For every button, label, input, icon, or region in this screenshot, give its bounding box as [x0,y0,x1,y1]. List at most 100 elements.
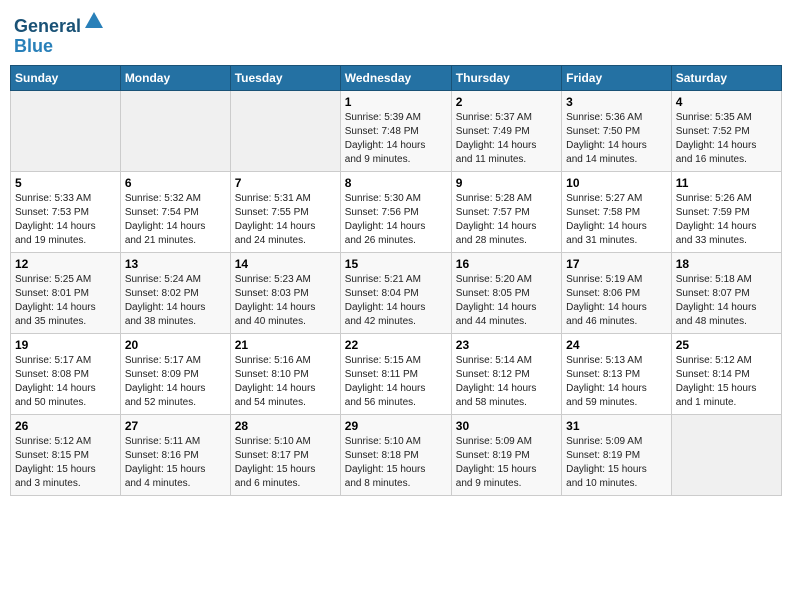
day-info: Sunrise: 5:09 AM Sunset: 8:19 PM Dayligh… [566,435,667,491]
calendar-cell: 22 Sunrise: 5:15 AM Sunset: 8:11 PM Dayli… [340,333,451,414]
calendar-cell: 11 Sunrise: 5:26 AM Sunset: 7:59 PM Dayli… [671,171,781,252]
calendar-cell [671,414,781,495]
calendar-cell: 7Sunrise: 5:31 AM Sunset: 7:55 PM Daylig… [230,171,340,252]
day-number: 30 [456,419,557,433]
day-number: 14 [235,257,336,271]
calendar-cell: 10 Sunrise: 5:27 AM Sunset: 7:58 PM Dayli… [562,171,672,252]
calendar-cell: 24 Sunrise: 5:13 AM Sunset: 8:13 PM Dayli… [562,333,672,414]
day-number: 26 [15,419,116,433]
day-info: Sunrise: 5:37 AM Sunset: 7:49 PM Dayligh… [456,111,557,167]
weekday-header-wednesday: Wednesday [340,65,451,90]
logo-text: General Blue [14,10,105,57]
day-number: 20 [125,338,226,352]
calendar-cell: 31 Sunrise: 5:09 AM Sunset: 8:19 PM Dayli… [562,414,672,495]
day-number: 16 [456,257,557,271]
calendar-cell: 23Sunrise: 5:14 AM Sunset: 8:12 PM Dayli… [451,333,561,414]
day-number: 5 [15,176,116,190]
day-info: Sunrise: 5:18 AM Sunset: 8:07 PM Dayligh… [676,273,777,329]
day-info: Sunrise: 5:17 AM Sunset: 8:08 PM Dayligh… [15,354,116,410]
day-info: Sunrise: 5:24 AM Sunset: 8:02 PM Dayligh… [125,273,226,329]
calendar-cell: 14 Sunrise: 5:23 AM Sunset: 8:03 PM Dayli… [230,252,340,333]
day-number: 19 [15,338,116,352]
week-row-3: 12Sunrise: 5:25 AM Sunset: 8:01 PM Dayli… [11,252,782,333]
weekday-header-friday: Friday [562,65,672,90]
calendar-cell: 5 Sunrise: 5:33 AM Sunset: 7:53 PM Daylig… [11,171,121,252]
day-number: 24 [566,338,667,352]
calendar-cell: 28 Sunrise: 5:10 AM Sunset: 8:17 PM Dayli… [230,414,340,495]
day-number: 23 [456,338,557,352]
day-number: 31 [566,419,667,433]
day-number: 18 [676,257,777,271]
day-info: Sunrise: 5:36 AM Sunset: 7:50 PM Dayligh… [566,111,667,167]
calendar-cell: 2 Sunrise: 5:37 AM Sunset: 7:49 PM Daylig… [451,90,561,171]
calendar-cell: 25 Sunrise: 5:12 AM Sunset: 8:14 PM Dayli… [671,333,781,414]
day-number: 25 [676,338,777,352]
day-info: Sunrise: 5:33 AM Sunset: 7:53 PM Dayligh… [15,192,116,248]
calendar-cell: 17Sunrise: 5:19 AM Sunset: 8:06 PM Dayli… [562,252,672,333]
day-info: Sunrise: 5:27 AM Sunset: 7:58 PM Dayligh… [566,192,667,248]
calendar-cell: 19 Sunrise: 5:17 AM Sunset: 8:08 PM Dayli… [11,333,121,414]
calendar-cell: 20 Sunrise: 5:17 AM Sunset: 8:09 PM Dayli… [120,333,230,414]
day-number: 21 [235,338,336,352]
day-info: Sunrise: 5:30 AM Sunset: 7:56 PM Dayligh… [345,192,447,248]
calendar-cell: 30 Sunrise: 5:09 AM Sunset: 8:19 PM Dayli… [451,414,561,495]
weekday-header-row: SundayMondayTuesdayWednesdayThursdayFrid… [11,65,782,90]
weekday-header-sunday: Sunday [11,65,121,90]
day-number: 13 [125,257,226,271]
day-info: Sunrise: 5:25 AM Sunset: 8:01 PM Dayligh… [15,273,116,329]
calendar-cell: 6 Sunrise: 5:32 AM Sunset: 7:54 PM Daylig… [120,171,230,252]
day-info: Sunrise: 5:13 AM Sunset: 8:13 PM Dayligh… [566,354,667,410]
day-number: 28 [235,419,336,433]
calendar-cell: 1Sunrise: 5:39 AM Sunset: 7:48 PM Daylig… [340,90,451,171]
day-number: 6 [125,176,226,190]
calendar-table: SundayMondayTuesdayWednesdayThursdayFrid… [10,65,782,496]
day-info: Sunrise: 5:10 AM Sunset: 8:18 PM Dayligh… [345,435,447,491]
calendar-cell: 16Sunrise: 5:20 AM Sunset: 8:05 PM Dayli… [451,252,561,333]
calendar-cell: 21 Sunrise: 5:16 AM Sunset: 8:10 PM Dayli… [230,333,340,414]
day-info: Sunrise: 5:15 AM Sunset: 8:11 PM Dayligh… [345,354,447,410]
day-info: Sunrise: 5:26 AM Sunset: 7:59 PM Dayligh… [676,192,777,248]
calendar-cell: 26Sunrise: 5:12 AM Sunset: 8:15 PM Dayli… [11,414,121,495]
calendar-cell: 12Sunrise: 5:25 AM Sunset: 8:01 PM Dayli… [11,252,121,333]
day-info: Sunrise: 5:21 AM Sunset: 8:04 PM Dayligh… [345,273,447,329]
day-info: Sunrise: 5:09 AM Sunset: 8:19 PM Dayligh… [456,435,557,491]
calendar-cell: 4Sunrise: 5:35 AM Sunset: 7:52 PM Daylig… [671,90,781,171]
logo: General Blue [14,10,105,57]
day-info: Sunrise: 5:39 AM Sunset: 7:48 PM Dayligh… [345,111,447,167]
day-number: 29 [345,419,447,433]
weekday-header-saturday: Saturday [671,65,781,90]
day-info: Sunrise: 5:12 AM Sunset: 8:14 PM Dayligh… [676,354,777,410]
calendar-cell: 15Sunrise: 5:21 AM Sunset: 8:04 PM Dayli… [340,252,451,333]
day-number: 11 [676,176,777,190]
calendar-cell [120,90,230,171]
day-number: 27 [125,419,226,433]
weekday-header-tuesday: Tuesday [230,65,340,90]
day-info: Sunrise: 5:16 AM Sunset: 8:10 PM Dayligh… [235,354,336,410]
day-number: 9 [456,176,557,190]
calendar-cell: 8 Sunrise: 5:30 AM Sunset: 7:56 PM Daylig… [340,171,451,252]
calendar-cell [230,90,340,171]
calendar-cell: 27 Sunrise: 5:11 AM Sunset: 8:16 PM Dayli… [120,414,230,495]
day-info: Sunrise: 5:17 AM Sunset: 8:09 PM Dayligh… [125,354,226,410]
day-number: 2 [456,95,557,109]
day-info: Sunrise: 5:10 AM Sunset: 8:17 PM Dayligh… [235,435,336,491]
calendar-cell: 29 Sunrise: 5:10 AM Sunset: 8:18 PM Dayli… [340,414,451,495]
day-info: Sunrise: 5:28 AM Sunset: 7:57 PM Dayligh… [456,192,557,248]
week-row-5: 26Sunrise: 5:12 AM Sunset: 8:15 PM Dayli… [11,414,782,495]
day-number: 8 [345,176,447,190]
day-number: 22 [345,338,447,352]
day-number: 10 [566,176,667,190]
week-row-2: 5 Sunrise: 5:33 AM Sunset: 7:53 PM Daylig… [11,171,782,252]
day-number: 3 [566,95,667,109]
weekday-header-thursday: Thursday [451,65,561,90]
day-info: Sunrise: 5:23 AM Sunset: 8:03 PM Dayligh… [235,273,336,329]
day-info: Sunrise: 5:19 AM Sunset: 8:06 PM Dayligh… [566,273,667,329]
day-info: Sunrise: 5:11 AM Sunset: 8:16 PM Dayligh… [125,435,226,491]
week-row-1: 1Sunrise: 5:39 AM Sunset: 7:48 PM Daylig… [11,90,782,171]
calendar-cell: 9 Sunrise: 5:28 AM Sunset: 7:57 PM Daylig… [451,171,561,252]
calendar-cell: 3 Sunrise: 5:36 AM Sunset: 7:50 PM Daylig… [562,90,672,171]
calendar-cell: 13 Sunrise: 5:24 AM Sunset: 8:02 PM Dayli… [120,252,230,333]
day-number: 4 [676,95,777,109]
weekday-header-monday: Monday [120,65,230,90]
day-info: Sunrise: 5:32 AM Sunset: 7:54 PM Dayligh… [125,192,226,248]
